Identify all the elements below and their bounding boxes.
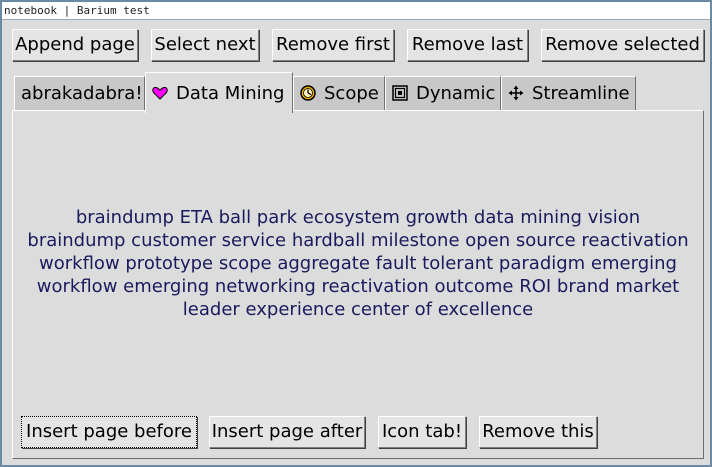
tab-label: Scope	[324, 83, 379, 104]
remove-first-button[interactable]: Remove first	[272, 29, 394, 61]
spiral-square-icon	[392, 79, 408, 101]
icon-tab-button[interactable]: Icon tab!	[378, 416, 466, 448]
append-page-button[interactable]: Append page	[12, 29, 138, 61]
tab-data-mining[interactable]: Data Mining	[145, 72, 293, 113]
insert-page-before-button[interactable]: Insert page before	[21, 416, 197, 448]
clock-icon	[300, 79, 316, 101]
insert-page-after-button[interactable]: Insert page after	[209, 416, 365, 448]
remove-last-button[interactable]: Remove last	[407, 29, 528, 61]
move-arrows-icon	[508, 79, 524, 101]
notebook-window: notebook | Barium test Append page Selec…	[0, 0, 712, 467]
page-text: braindump ETA ball park ecosystem growth…	[27, 207, 689, 320]
tab-label: abrakadabra!	[21, 83, 143, 104]
tab-label: Streamline	[532, 83, 630, 104]
tab-label: Data Mining	[176, 83, 285, 104]
tab-dynamic[interactable]: Dynamic	[385, 76, 501, 110]
heart-icon	[152, 75, 168, 100]
tab-scope[interactable]: Scope	[293, 76, 385, 110]
tab-abrakadabra[interactable]: abrakadabra!	[14, 76, 145, 110]
window-title: notebook | Barium test	[2, 2, 710, 20]
select-next-button[interactable]: Select next	[151, 29, 259, 61]
tab-streamline[interactable]: Streamline	[501, 76, 636, 110]
remove-selected-button[interactable]: Remove selected	[541, 29, 704, 61]
tab-label: Dynamic	[416, 83, 496, 104]
notebook-page: braindump ETA ball park ecosystem growth…	[12, 110, 704, 459]
remove-this-button[interactable]: Remove this	[479, 416, 597, 448]
